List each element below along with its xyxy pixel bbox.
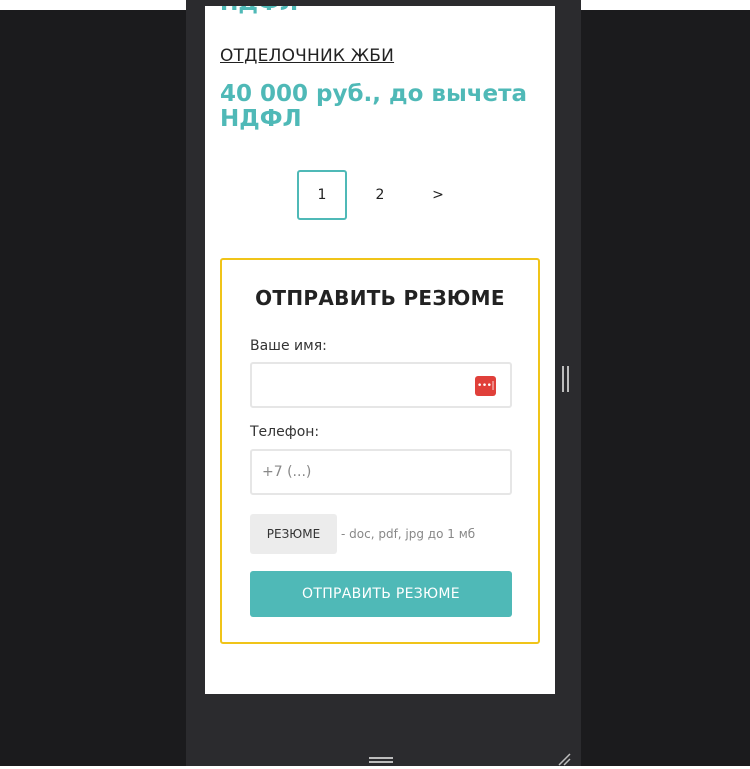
file-hint: - doc, pdf, jpg до 1 мб	[341, 527, 476, 541]
phone-input[interactable]: +7 (...)	[250, 449, 512, 495]
phone-label: Телефон:	[250, 424, 320, 440]
bottom-drag-handle[interactable]	[369, 757, 393, 763]
name-label: Ваше имя:	[250, 338, 327, 354]
name-input[interactable]: •••|	[250, 362, 512, 408]
password-manager-icon[interactable]: •••|	[475, 376, 496, 396]
page-viewport: НДФЛ ОТДЕЛОЧНИК ЖБИ 40 000 руб., до выче…	[205, 6, 555, 694]
scrollbar-handle[interactable]	[562, 366, 569, 392]
vacancy-salary: 40 000 руб., до вычета НДФЛ	[220, 81, 528, 132]
resume-form: ОТПРАВИТЬ РЕЗЮМЕ Ваше имя: •••| Телефон:…	[220, 258, 540, 644]
phone-placeholder: +7 (...)	[262, 464, 312, 480]
page-1-button[interactable]: 1	[297, 170, 347, 220]
resize-grip-icon[interactable]	[557, 752, 571, 766]
next-page-button[interactable]: >	[413, 170, 463, 220]
form-title: ОТПРАВИТЬ РЕЗЮМЕ	[255, 286, 505, 310]
vacancy-title-link[interactable]: ОТДЕЛОЧНИК ЖБИ	[220, 46, 394, 66]
vacancy-salary-previous: НДФЛ	[220, 6, 298, 16]
resume-file-button[interactable]: РЕЗЮМЕ	[250, 514, 337, 554]
page-2-button[interactable]: 2	[355, 170, 405, 220]
submit-resume-button[interactable]: ОТПРАВИТЬ РЕЗЮМЕ	[250, 571, 512, 617]
